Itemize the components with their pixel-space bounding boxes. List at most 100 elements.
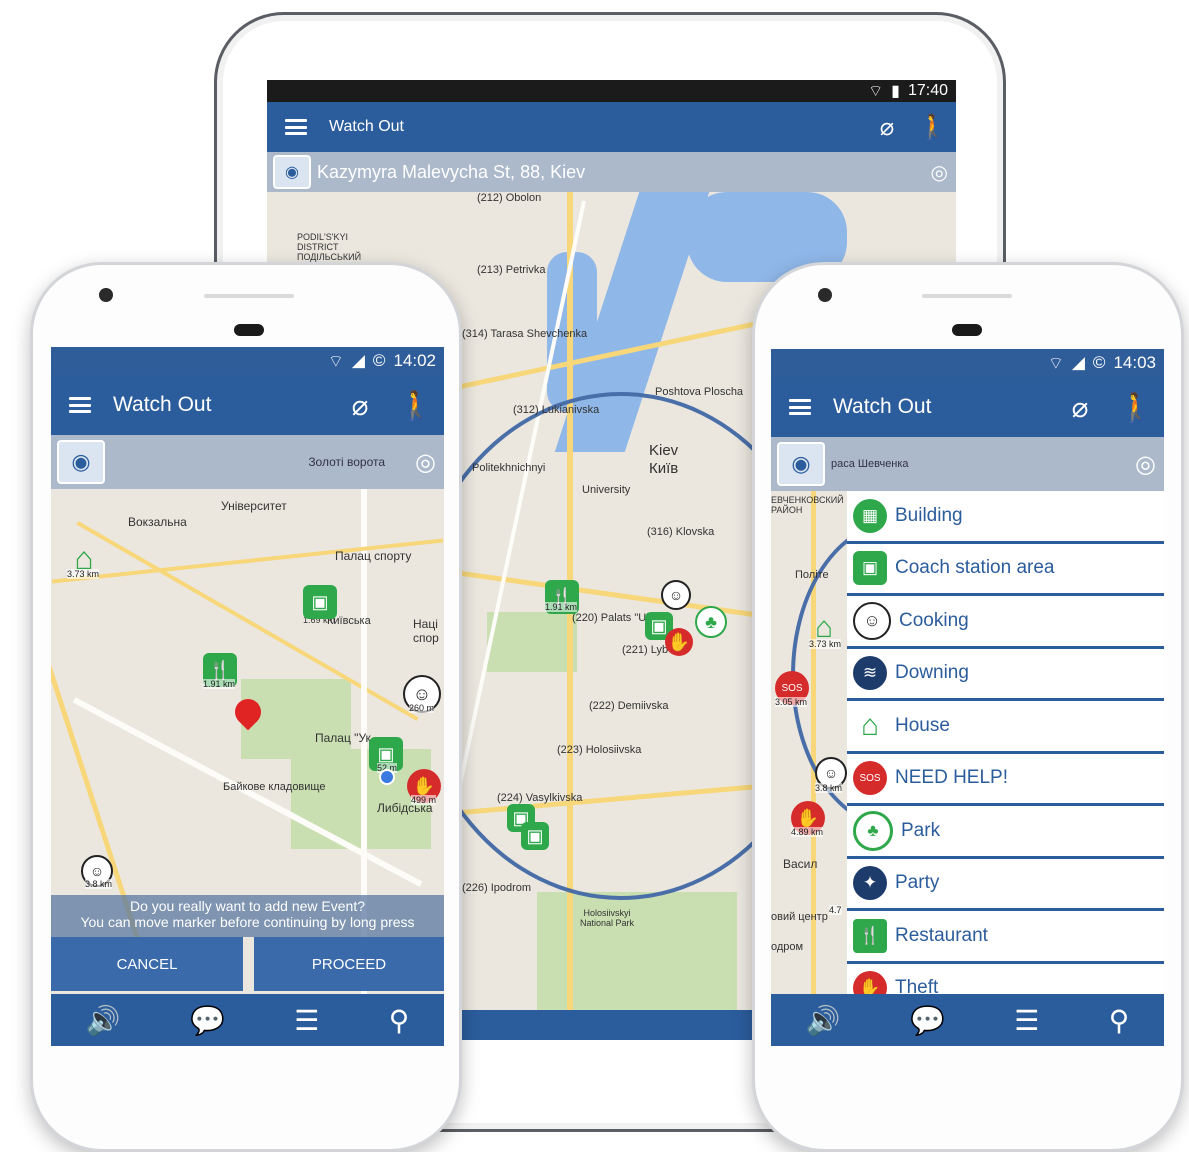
distance-label: 1.91 km [203,679,236,689]
category-list: ▦ Building ▣ Coach station area ☺ Cookin… [847,491,1164,996]
map-label: (221) Lyb [622,644,669,656]
category-label: Building [895,504,963,526]
menu-icon[interactable] [285,119,307,135]
my-location-dot [379,769,395,785]
map-label: Університет [221,499,287,513]
category-item-need-help[interactable]: SOS NEED HELP! [847,754,1164,806]
category-item-restaurant[interactable]: 🍴 Restaurant [847,911,1164,964]
bottom-bar: 🔊 💬 ☰ ⚲ [771,994,1164,1046]
menu-icon[interactable] [69,397,91,413]
map-label: Палац "Ук [315,731,371,745]
sensor [952,324,982,336]
category-label: Park [901,819,941,841]
eye-toggle-icon[interactable]: ◎ [415,448,436,477]
category-label: Downing [895,662,969,684]
front-camera [818,288,832,302]
map-label: Байкове кладовище [223,781,326,793]
distance-label: 3.73 km [809,639,842,649]
map-label: Палац спорту [335,549,412,563]
eye-logo-icon[interactable]: ◉ [273,155,311,189]
right-phone-screen: ⌔ ◢ © 14:03 Watch Out ⌀ 🚶 ◉ раса Шевченк… [771,349,1164,1046]
tree-icon: ♣ [853,810,893,851]
distance-label: 1.91 km [545,602,578,612]
walk-icon[interactable]: 🚶 [1108,391,1164,424]
category-item-cooking[interactable]: ☺ Cooking [847,596,1164,649]
wifi-icon: ⌔ [1047,353,1064,373]
category-item-theft[interactable]: ✋ Theft [847,964,1164,996]
status-bar: ⌔ ◢ © 14:03 [771,349,1164,377]
walk-icon[interactable]: 🚶 [910,113,956,142]
app-title: Watch Out [833,395,932,418]
bus-marker[interactable]: ▣ [521,822,549,850]
chef-icon: ☺ [853,601,891,640]
distance-label: 260 m [409,703,435,713]
eye-toggle-icon[interactable]: ◎ [1135,450,1156,479]
category-item-house[interactable]: ⌂ House [847,701,1164,754]
map-label: Holosiivskyi National Park [579,908,635,928]
chat-icon[interactable]: 💬 [190,1004,225,1037]
dialog-message: Do you really want to add new Event? [129,898,366,914]
eye-toggle-icon[interactable]: ◎ [931,160,948,185]
eye-logo-icon[interactable]: ◉ [777,442,825,486]
category-item-coach-station[interactable]: ▣ Coach station area [847,544,1164,596]
map-label: (316) Klovska [647,526,715,538]
status-time: 14:02 [393,351,436,370]
category-item-park[interactable]: ♣ Park [847,806,1164,859]
map-label: Політе [795,569,829,581]
map-label: (213) Petrivka [477,264,546,276]
tablet-status-bar: ⌔ ▮ 17:40 [267,80,956,102]
map-label: (224) Vasylkivska [497,792,583,804]
right-phone-map[interactable]: ЕВЧЕНКОВСКИЙ РАЙОН Політе Васил овий цен… [771,491,999,996]
theft-marker[interactable]: ✋ [665,628,693,656]
bus-marker[interactable]: ▣ [303,585,337,619]
category-label: House [895,714,950,736]
map-label: (223) Holosiivska [557,744,642,756]
proceed-button[interactable]: PROCEED [254,937,444,991]
map-label: овий центр [771,911,828,923]
distance-label: 4.89 km [791,827,824,837]
distance-label: 3.73 km [67,569,100,579]
house-icon: ⌂ [860,708,880,742]
map-label: Politekhnichnyi [472,462,546,474]
map-label: PODIL'S'KYI DISTRICT ПОДІЛЬСЬКИЙ [297,232,362,262]
cancel-button[interactable]: CANCEL [51,937,243,991]
location-pin-icon[interactable]: ⚲ [1109,1004,1130,1037]
distance-label: 499 m [411,795,437,805]
map-label: Kiev [649,442,679,459]
cooking-marker[interactable]: ☺ [661,580,691,610]
list-icon[interactable]: ☰ [294,1004,319,1037]
map-label: Poshtova Ploscha [655,386,744,398]
data-icon: © [372,351,386,370]
address-text: Kazymyra Malevycha St, 88, Kiev [317,161,586,182]
chat-icon[interactable]: 💬 [910,1004,945,1037]
status-bar: ⌔ ◢ © 14:02 [51,347,444,375]
bus-icon: ▣ [853,551,887,586]
bottom-bar: 🔊 💬 ☰ ⚲ [51,994,444,1046]
status-time: 14:03 [1113,353,1156,372]
alarm-icon[interactable]: ⌀ [864,113,910,142]
location-pin-icon[interactable]: ⚲ [389,1004,410,1037]
category-item-party[interactable]: ✦ Party [847,859,1164,911]
map-label: ЕВЧЕНКОВСКИЙ РАЙОН [771,495,844,515]
restaurant-icon: 🍴 [853,918,887,953]
wifi-icon: ⌔ [868,83,884,100]
building-icon: ▦ [853,498,887,533]
dialog-hint: You can move marker before continuing by… [80,914,415,930]
address-bar: ◉ Kazymyra Malevycha St, 88, Kiev ◎ [267,152,956,192]
sound-icon[interactable]: 🔊 [86,1004,121,1037]
menu-icon[interactable] [789,399,811,415]
list-icon[interactable]: ☰ [1014,1004,1039,1037]
sound-icon[interactable]: 🔊 [806,1004,841,1037]
park-marker[interactable]: ♣ [695,606,727,638]
add-event-dialog: Do you really want to add new Event? You… [51,895,444,937]
signal-icon: ◢ [351,351,365,370]
category-item-downing[interactable]: ≋ Downing [847,649,1164,701]
category-item-building[interactable]: ▦ Building [847,491,1164,544]
alarm-icon[interactable]: ⌀ [332,389,388,422]
address-bar: ◉ Золоті ворота ◎ [51,435,444,489]
eye-logo-icon[interactable]: ◉ [57,440,105,484]
walk-icon[interactable]: 🚶 [388,389,444,422]
app-bar: Watch Out ⌀ 🚶 [771,377,1164,437]
distance-label: 3.05 km [775,697,808,707]
alarm-icon[interactable]: ⌀ [1052,391,1108,424]
